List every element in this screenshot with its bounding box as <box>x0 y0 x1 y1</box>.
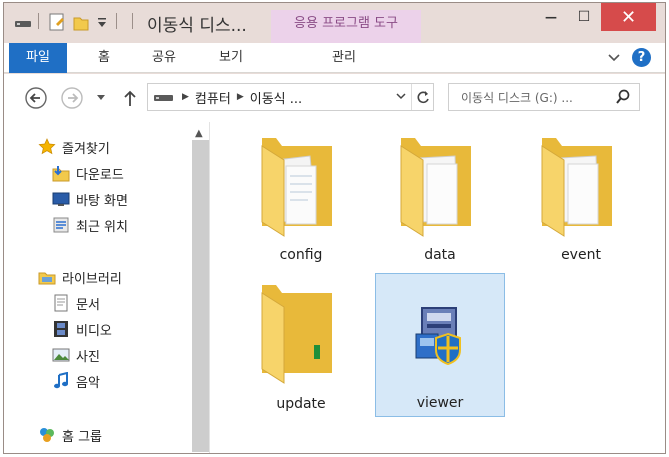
minimize-icon: — <box>545 10 557 24</box>
installer-app-icon <box>415 307 461 366</box>
customize-quick-access-icon[interactable] <box>96 11 108 33</box>
close-button[interactable]: ✕ <box>601 3 656 31</box>
address-history-button[interactable] <box>395 90 407 106</box>
file-name: event <box>561 247 601 263</box>
search-input[interactable]: 이동식 디스크 (G:) ... <box>448 83 640 111</box>
forward-button[interactable] <box>60 86 84 110</box>
refresh-icon <box>417 91 429 104</box>
navigation-pane-scrollbar[interactable]: ▲ <box>191 122 210 453</box>
forward-arrow-icon <box>61 87 83 109</box>
homegroup-icon <box>40 428 54 442</box>
file-name: config <box>279 247 323 263</box>
content-area: 즐겨찾기 다운로드 바탕 화면 최근 위치 라이브러리 문서 비디오 사진 음악… <box>4 122 665 453</box>
breadcrumb-separator-icon: ▶ <box>182 92 189 102</box>
folder-icon <box>261 138 332 237</box>
sidebar-item-recent-places[interactable]: 최근 위치 <box>52 214 128 236</box>
sidebar-item-homegroup[interactable]: 홈 그룹 <box>38 424 102 446</box>
explorer-window: 이동식 디스... 응용 프로그램 도구 — ☐ ✕ 파일 홈 공유 보기 관리… <box>3 2 666 454</box>
help-button[interactable]: ? <box>632 48 651 67</box>
back-arrow-icon <box>25 87 47 109</box>
sidebar-item-music[interactable]: 음악 <box>52 370 100 392</box>
address-bar[interactable]: ▶ 컴퓨터 ▶ 이동식 ... <box>147 83 434 111</box>
folder-icon <box>261 285 332 384</box>
breadcrumb-separator-icon: ▶ <box>236 92 244 102</box>
file-name: viewer <box>416 395 464 411</box>
sidebar-item-favorites[interactable]: 즐겨찾기 <box>38 136 110 158</box>
up-button[interactable] <box>120 86 140 110</box>
library-icon <box>38 272 56 285</box>
context-tab-app-tools: 응용 프로그램 도구 <box>271 10 421 43</box>
navigation-pane: 즐겨찾기 다운로드 바탕 화면 최근 위치 라이브러리 문서 비디오 사진 음악… <box>4 122 189 453</box>
close-icon: ✕ <box>620 6 637 28</box>
minimize-button[interactable]: — <box>532 3 570 31</box>
search-placeholder: 이동식 디스크 (G:) ... <box>461 90 573 105</box>
refresh-button[interactable] <box>411 84 433 110</box>
back-button[interactable] <box>24 86 48 110</box>
breadcrumb-computer[interactable]: 컴퓨터 <box>195 88 231 107</box>
sidebar-item-libraries[interactable]: 라이브러리 <box>38 266 122 288</box>
chevron-down-icon <box>97 95 105 100</box>
desktop-icon <box>52 192 70 206</box>
recent-locations-button[interactable] <box>94 90 108 104</box>
tab-manage[interactable]: 관리 <box>314 43 374 73</box>
chevron-down-icon <box>608 54 620 62</box>
navigation-bar: ▶ 컴퓨터 ▶ 이동식 ... 이동식 디스크 (G:) ... <box>4 74 665 122</box>
file-item-data[interactable]: data <box>375 126 505 270</box>
file-name: data <box>424 247 456 263</box>
file-item-config[interactable]: config <box>236 126 366 270</box>
scroll-up-icon[interactable]: ▲ <box>195 128 203 139</box>
tab-home[interactable]: 홈 <box>84 43 124 73</box>
chevron-down-icon <box>396 93 406 100</box>
ribbon-tabs: 파일 홈 공유 보기 관리 ? <box>4 43 665 73</box>
maximize-icon: ☐ <box>577 9 591 25</box>
file-item-viewer[interactable]: viewer <box>375 273 505 417</box>
expand-ribbon-button[interactable] <box>607 50 621 68</box>
drive-icon[interactable] <box>14 11 32 33</box>
breadcrumb-removable-disk[interactable]: 이동식 ... <box>250 88 302 107</box>
tab-file[interactable]: 파일 <box>9 43 67 73</box>
tab-share[interactable]: 공유 <box>142 43 186 73</box>
sidebar-item-downloads[interactable]: 다운로드 <box>52 162 124 184</box>
sidebar-item-videos[interactable]: 비디오 <box>52 318 112 340</box>
scrollbar-thumb[interactable] <box>192 140 209 452</box>
sidebar-item-documents[interactable]: 문서 <box>52 292 100 314</box>
up-arrow-icon <box>124 90 136 106</box>
pictures-icon <box>52 348 70 362</box>
star-icon <box>38 138 56 155</box>
maximize-button[interactable]: ☐ <box>570 3 598 31</box>
sidebar-item-pictures[interactable]: 사진 <box>52 344 100 366</box>
recent-places-icon <box>53 217 69 233</box>
properties-icon[interactable] <box>48 11 66 33</box>
new-folder-icon[interactable] <box>72 11 90 33</box>
music-note-icon <box>54 372 68 389</box>
folder-icon <box>541 138 612 237</box>
drive-icon <box>154 95 173 101</box>
window-title: 이동식 디스... <box>147 16 247 36</box>
tab-view[interactable]: 보기 <box>209 43 253 73</box>
file-item-update[interactable]: update <box>236 273 366 417</box>
file-list: config data event update viewer <box>211 122 665 453</box>
file-item-event[interactable]: event <box>516 126 646 270</box>
downloads-icon <box>52 166 70 182</box>
file-name: update <box>276 396 326 412</box>
sidebar-item-desktop[interactable]: 바탕 화면 <box>52 188 128 210</box>
documents-icon <box>54 294 68 312</box>
search-icon[interactable] <box>615 89 631 105</box>
video-icon <box>54 321 68 337</box>
title-bar: 이동식 디스... 응용 프로그램 도구 — ☐ ✕ <box>4 3 665 43</box>
folder-icon <box>400 138 471 237</box>
